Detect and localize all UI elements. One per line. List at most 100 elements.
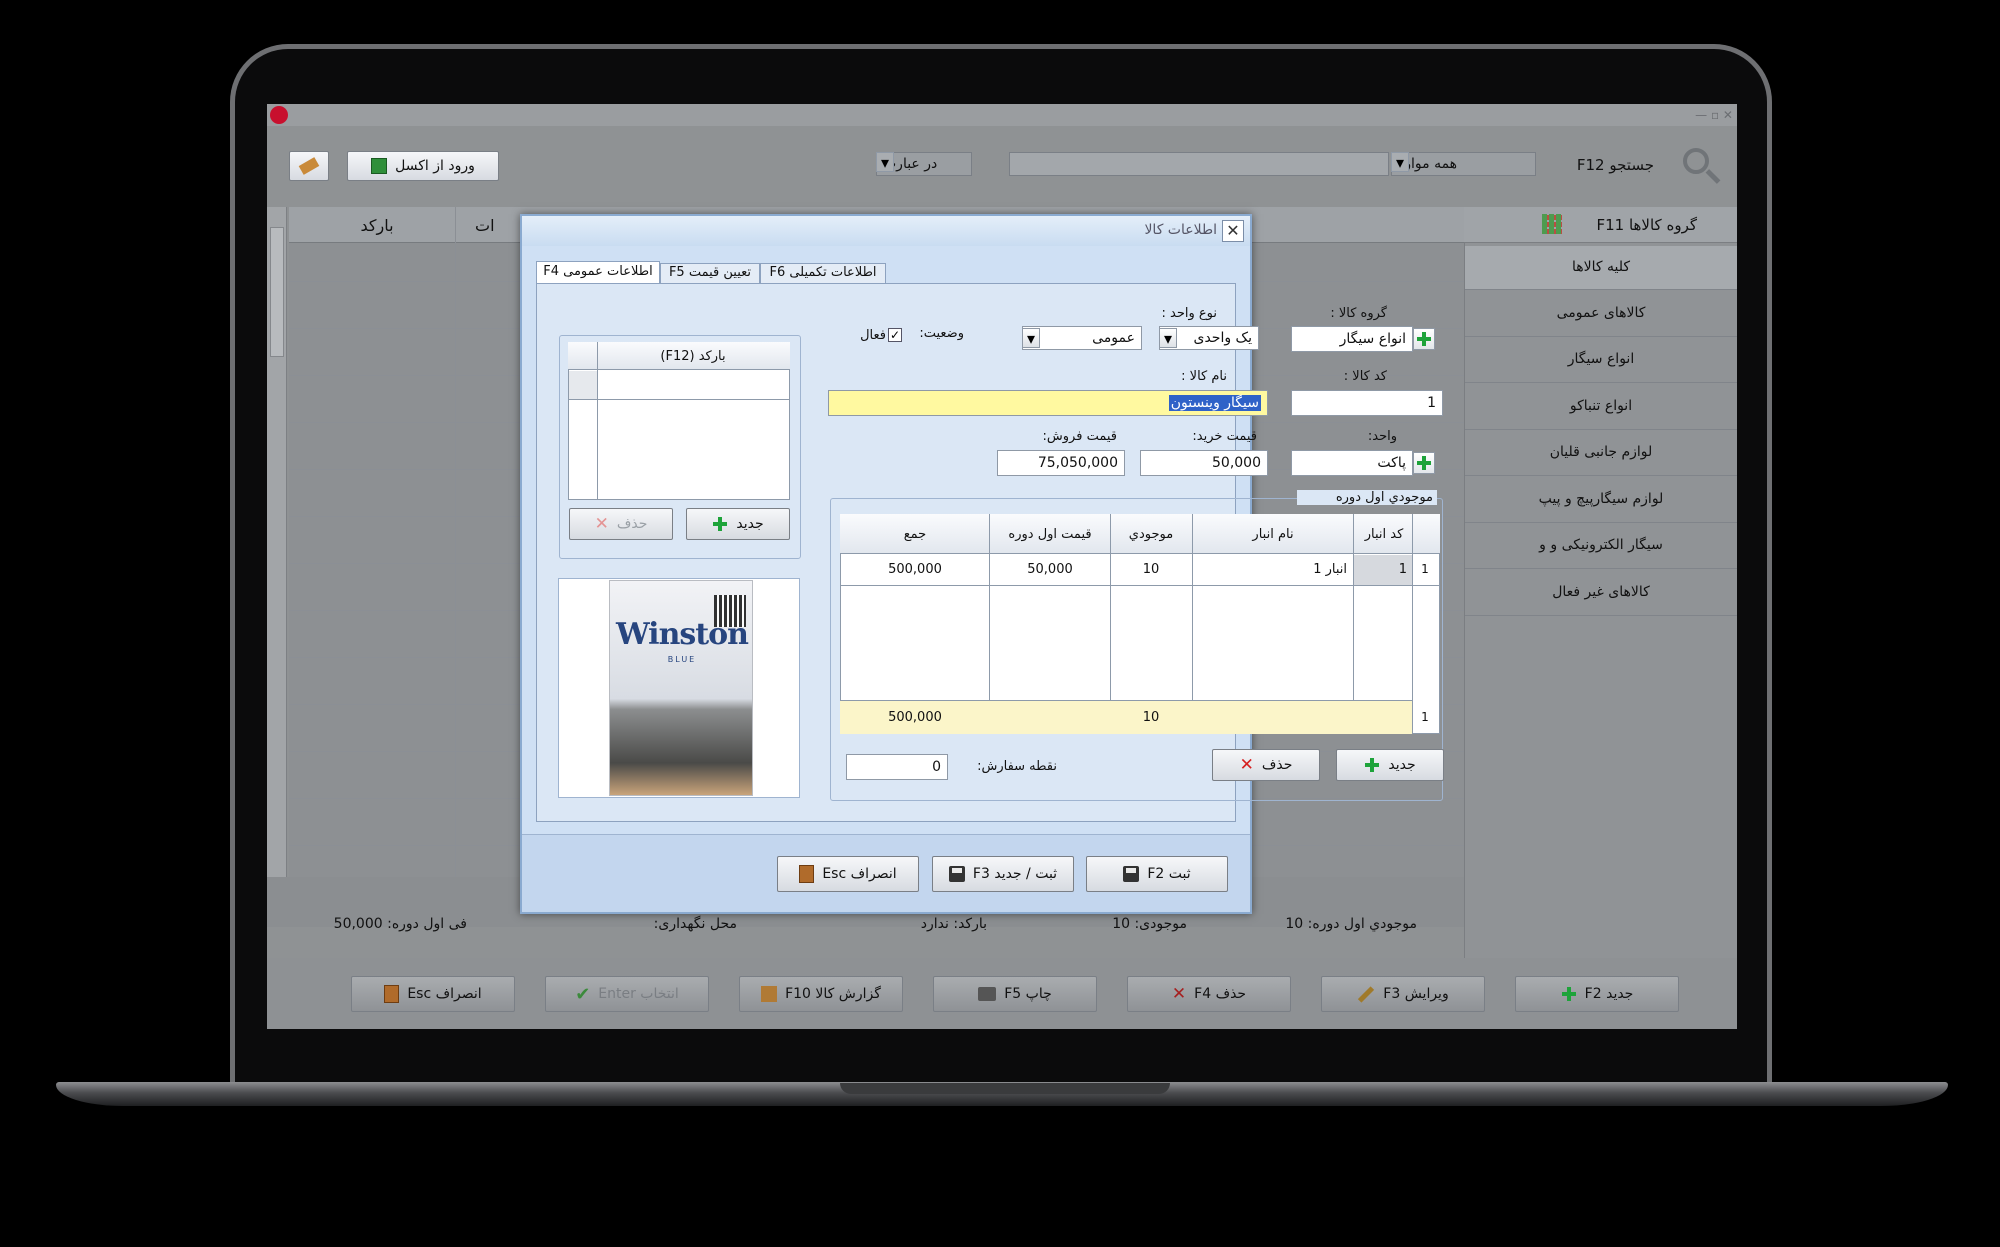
unit-type-label: نوع واحد : — [1161, 306, 1218, 321]
plus-icon — [1561, 986, 1577, 1002]
add-group-button[interactable] — [1413, 328, 1435, 350]
status-stock: موجودی: 10 — [1112, 916, 1187, 932]
scrollbar[interactable] — [267, 207, 287, 877]
tab-general-label: اطلاعات عمومی F4 — [543, 264, 653, 279]
window-controls[interactable]: — ▫ ✕ — [1647, 108, 1733, 122]
excel-icon — [371, 158, 388, 174]
group-item-label: کالاهای غیر فعال — [1552, 584, 1650, 600]
plus-icon — [1416, 455, 1432, 471]
edit-button[interactable]: ویرایش F3 — [1321, 976, 1485, 1012]
reorder-field[interactable]: 0 — [846, 754, 948, 780]
row-price: 50,000 — [1027, 562, 1073, 577]
title-bar — [267, 104, 1737, 126]
search-icon[interactable] — [1681, 146, 1721, 186]
active-checkbox[interactable]: ✓ — [888, 328, 902, 342]
laptop-notch — [840, 1083, 1170, 1094]
scope-select-chevron-icon[interactable]: ▾ — [1391, 152, 1409, 172]
group-item-label: لوازم سیگارپیچ و پیپ — [1538, 491, 1664, 507]
row-indicator: 1 — [1421, 562, 1429, 576]
col-header-code: کد انبار — [1364, 527, 1404, 542]
theme-button[interactable] — [289, 151, 329, 181]
sell-price-label: قیمت فروش: — [1042, 429, 1117, 444]
barcode-row[interactable] — [569, 370, 789, 400]
save-new-button[interactable]: ثبت / جدید F3 — [932, 856, 1074, 892]
group-item-label: کالاهای عمومی — [1556, 305, 1646, 321]
add-unit-button[interactable] — [1413, 452, 1435, 474]
dialog-title: اطلاعات کالا — [1144, 222, 1217, 238]
group-label: گروه کالا : — [1330, 306, 1387, 321]
barcode-column-header: بارکد (F12) — [660, 349, 726, 364]
buy-price-field[interactable]: 50,000 — [1140, 450, 1268, 476]
group-item-label: لوازم جانبی قلیان — [1549, 444, 1653, 460]
scope-select[interactable]: همه موارد — [1391, 152, 1536, 176]
col-header-name: نام انبار — [1252, 527, 1294, 542]
code-label: کد کالا : — [1343, 369, 1387, 384]
save-button[interactable]: ثبت F2 — [1086, 856, 1228, 892]
barcode-row-indicator — [569, 371, 597, 399]
opening-stock-label: موجودي اول دوره — [1297, 490, 1437, 505]
excel-import-button[interactable]: ورود از اکسل — [347, 151, 499, 181]
grid-header-barcode: بارکد — [360, 216, 394, 235]
cancel-button[interactable]: انصراف Esc — [351, 976, 515, 1012]
plus-icon — [1416, 331, 1432, 347]
check-icon: ✔ — [575, 983, 591, 1005]
status-label: وضعیت: — [919, 326, 964, 341]
report-icon — [761, 986, 778, 1002]
group-item-label: انواع تنباکو — [1569, 398, 1633, 414]
row-code: 1 — [1398, 562, 1407, 577]
save-disk-icon — [948, 866, 965, 882]
groups-grid-icon — [1542, 214, 1562, 234]
qr-code-icon — [714, 595, 746, 627]
screen: — ▫ ✕ ورود از اکسل در عبارت ▾ همه موارد … — [267, 104, 1737, 1029]
buy-price-label: قیمت خرید: — [1192, 429, 1257, 444]
reorder-label: نقطه سفارش: — [977, 759, 1057, 774]
footer-total: 500,000 — [888, 710, 942, 725]
unit-field[interactable]: پاکت — [1291, 450, 1413, 476]
report-button[interactable]: گزارش کالا F10 — [739, 976, 903, 1012]
barcode-delete-button[interactable]: حذف ✕ — [569, 508, 673, 540]
group-item-label: انواع سیگار — [1567, 351, 1635, 367]
unit-type-chevron-icon[interactable]: ▾ — [1159, 328, 1177, 348]
stock-new-button[interactable]: جدید — [1336, 749, 1444, 781]
delete-x-icon: ✕ — [1239, 754, 1254, 775]
product-name-field[interactable]: سیگار وینستون — [828, 390, 1268, 416]
delete-x-icon: ✕ — [1171, 983, 1187, 1004]
unit-label: واحد: — [1367, 429, 1397, 444]
status-opening-price: فی اول دوره: 50,000 — [333, 916, 467, 932]
print-button[interactable]: چاپ F5 — [933, 976, 1097, 1012]
row-qty: 10 — [1142, 562, 1160, 577]
tab-pricing-label: تعیین قیمت F5 — [668, 265, 752, 280]
footer-qty: 10 — [1142, 710, 1160, 725]
group-field[interactable]: انواع سیگار — [1291, 326, 1413, 352]
new-button[interactable]: جدید F2 — [1515, 976, 1679, 1012]
group-item-label: کلیه کالاها — [1571, 259, 1631, 275]
status-storage: محل نگهداری: — [653, 916, 737, 932]
pencil-icon — [1358, 985, 1375, 1003]
active-label: فعال — [860, 328, 886, 343]
category-select[interactable]: عمومی — [1022, 326, 1142, 350]
plus-icon — [712, 516, 728, 532]
status-opening-stock: موجودي اول دوره: 10 — [1285, 916, 1417, 932]
search-label: جستجو F12 — [1576, 156, 1654, 174]
category-chevron-icon[interactable]: ▾ — [1022, 328, 1040, 348]
save-disk-icon — [1123, 866, 1140, 882]
dialog-close-icon[interactable]: ✕ — [1222, 220, 1244, 242]
search-input[interactable] — [1009, 152, 1389, 176]
dialog-cancel-button[interactable]: انصراف Esc — [777, 856, 919, 892]
stock-delete-button[interactable]: حذف ✕ — [1212, 749, 1320, 781]
col-header-qty: موجودي — [1128, 527, 1174, 542]
delete-button[interactable]: حذف F4 ✕ — [1127, 976, 1291, 1012]
exit-door-icon — [384, 985, 400, 1003]
code-field[interactable]: 1 — [1291, 390, 1443, 416]
barcode-new-button[interactable]: جدید — [686, 508, 790, 540]
product-image: Winston BLUE — [609, 580, 753, 796]
match-select-chevron-icon[interactable]: ▾ — [876, 152, 894, 172]
exit-door-icon — [799, 865, 815, 883]
tab-extra-label: اطلاعات تکمیلی F6 — [769, 265, 877, 280]
product-variant-text: BLUE — [667, 655, 697, 664]
plus-icon — [1364, 757, 1380, 773]
col-header-price: قیمت اول دوره — [1008, 527, 1092, 542]
sell-price-field[interactable]: 75,050,000 — [997, 450, 1125, 476]
select-button[interactable]: انتخاب Enter ✔ — [545, 976, 709, 1012]
delete-x-icon: ✕ — [594, 513, 609, 534]
